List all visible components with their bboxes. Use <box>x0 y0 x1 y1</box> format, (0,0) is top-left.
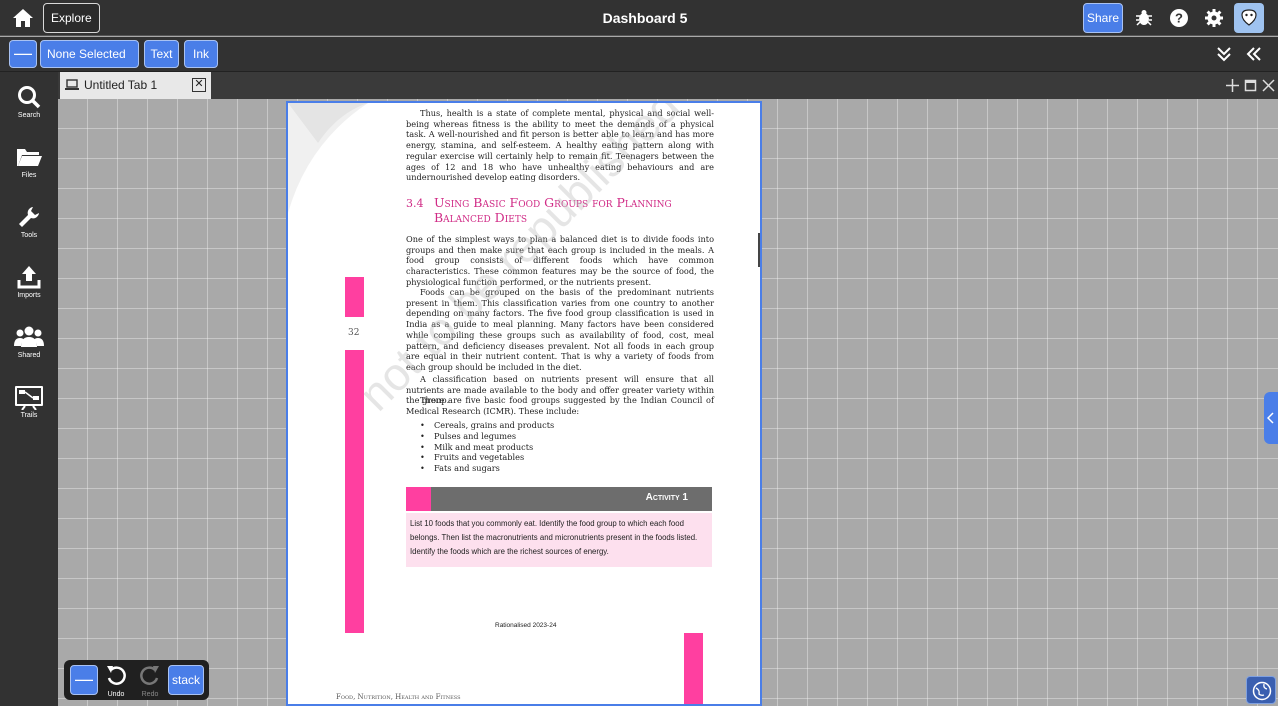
list-item: Milk and meat products <box>418 442 698 453</box>
maximize-button[interactable] <box>1244 79 1257 92</box>
sidebar-item-label: Search <box>17 112 41 119</box>
paragraph-2: Foods can be grouped on the basis of the… <box>406 287 714 372</box>
margin-bar-top <box>345 277 364 317</box>
undo-label: Undo <box>107 691 125 698</box>
tab-untitled-1[interactable]: Untitled Tab 1 ✕ <box>60 72 211 99</box>
trails-icon <box>15 386 43 410</box>
upload-icon <box>17 266 41 289</box>
sidebar-item-search[interactable]: Search <box>0 84 58 134</box>
sidebar-item-shared[interactable]: Shared <box>0 324 58 374</box>
plus-icon <box>1226 79 1239 92</box>
tab-strip: Untitled Tab 1 ✕ <box>58 72 1278 99</box>
dashboard-title: Dashboard 5 <box>602 10 688 26</box>
stack-button[interactable]: stack <box>168 665 204 695</box>
list-item: Pulses and legumes <box>418 431 698 442</box>
ink-mode-button[interactable]: Ink <box>184 40 218 68</box>
gear-icon <box>1205 9 1223 27</box>
expand-button[interactable] <box>1214 44 1234 64</box>
avatar-button[interactable] <box>1234 3 1264 33</box>
maximize-icon <box>1244 79 1257 92</box>
right-panel-toggle[interactable] <box>1264 392 1278 444</box>
home-button[interactable] <box>10 6 36 30</box>
tab-close-button[interactable]: ✕ <box>192 78 206 92</box>
help-icon: ? <box>1170 9 1188 27</box>
paragraph-1: One of the simplest ways to plan a balan… <box>406 234 714 287</box>
section-title: Using Basic Food Groups for Planning Bal… <box>434 195 672 225</box>
redo-button[interactable]: Redo <box>137 664 163 698</box>
sidebar-item-tools[interactable]: Tools <box>0 204 58 254</box>
collapse-panel-button[interactable] <box>1244 44 1264 64</box>
footer-book-title: Food, Nutrition, Health and Fitness <box>336 693 461 701</box>
wrench-icon <box>19 207 39 227</box>
left-sidebar: Search Files Tools Imports Shared Trails <box>0 72 58 706</box>
list-item: Fats and sugars <box>418 463 698 474</box>
sidebar-item-imports[interactable]: Imports <box>0 264 58 314</box>
share-button[interactable]: Share <box>1083 3 1123 33</box>
sidebar-item-label: Files <box>21 172 37 179</box>
paragraph-intro: Thus, health is a state of complete ment… <box>406 108 714 183</box>
double-chevron-down-icon <box>1217 47 1231 62</box>
sidebar-item-label: Trails <box>20 412 38 419</box>
settings-button[interactable] <box>1204 8 1224 28</box>
collapse-controls-button[interactable]: — <box>70 665 98 695</box>
section-number: 3.4 <box>406 197 424 210</box>
close-icon <box>1262 79 1275 92</box>
paragraph-4: There are five basic food groups suggest… <box>406 395 714 416</box>
folder-icon <box>17 149 42 166</box>
double-chevron-left-icon <box>1246 47 1261 61</box>
page-corner-decoration <box>288 103 368 213</box>
food-group-list: Cereals, grains and products Pulses and … <box>418 420 698 474</box>
activity-accent <box>406 487 431 511</box>
sidebar-item-label: Tools <box>20 232 38 239</box>
svg-text:?: ? <box>1175 11 1183 26</box>
list-item: Cereals, grains and products <box>418 420 698 431</box>
pdf-document[interactable]: Thus, health is a state of complete ment… <box>286 101 762 706</box>
undo-icon <box>107 666 126 685</box>
sidebar-item-label: Shared <box>17 352 41 359</box>
margin-bar <box>345 350 364 633</box>
redo-icon <box>140 666 159 685</box>
selection-dropdown[interactable]: None Selected <box>40 40 139 68</box>
tab-label: Untitled Tab 1 <box>84 78 158 92</box>
add-pane-button[interactable] <box>1226 79 1239 92</box>
laptop-icon <box>65 79 79 90</box>
page-number: 32 <box>348 328 360 338</box>
bug-icon <box>1136 10 1152 26</box>
redo-label: Redo <box>141 691 159 698</box>
margin-bar-bottom <box>684 633 703 704</box>
close-pane-button[interactable] <box>1262 79 1275 92</box>
help-button[interactable]: ? <box>1169 8 1189 28</box>
home-icon <box>13 9 33 27</box>
users-icon <box>14 326 44 347</box>
resize-handle[interactable] <box>758 233 760 267</box>
bottom-controls: — Undo Redo stack <box>64 660 209 700</box>
chevron-left-icon <box>1267 412 1274 424</box>
collapse-toolbar-button[interactable]: — <box>9 40 37 68</box>
activity-title: Activity 1 <box>645 492 688 503</box>
text-mode-button[interactable]: Text <box>144 40 179 68</box>
activity-header: Activity 1 <box>406 487 712 511</box>
bug-report-button[interactable] <box>1134 8 1154 28</box>
globe-icon <box>1252 681 1272 701</box>
list-item: Fruits and vegetables <box>418 452 698 463</box>
footer-rationalised: Rationalised 2023-24 <box>495 622 557 629</box>
top-bar: Explore Dashboard 5 Share ? <box>0 0 1278 36</box>
undo-button[interactable]: Undo <box>103 664 129 698</box>
selection-toolbar: — None Selected Text Ink <box>0 37 1278 72</box>
sidebar-item-label: Imports <box>17 292 41 299</box>
globe-button[interactable] <box>1246 676 1276 704</box>
sidebar-item-files[interactable]: Files <box>0 144 58 194</box>
activity-body: List 10 foods that you commonly eat. Ide… <box>406 513 712 567</box>
avatar-icon <box>1241 9 1257 26</box>
sidebar-item-trails[interactable]: Trails <box>0 384 58 434</box>
search-icon <box>18 86 41 109</box>
explore-button[interactable]: Explore <box>43 3 100 33</box>
